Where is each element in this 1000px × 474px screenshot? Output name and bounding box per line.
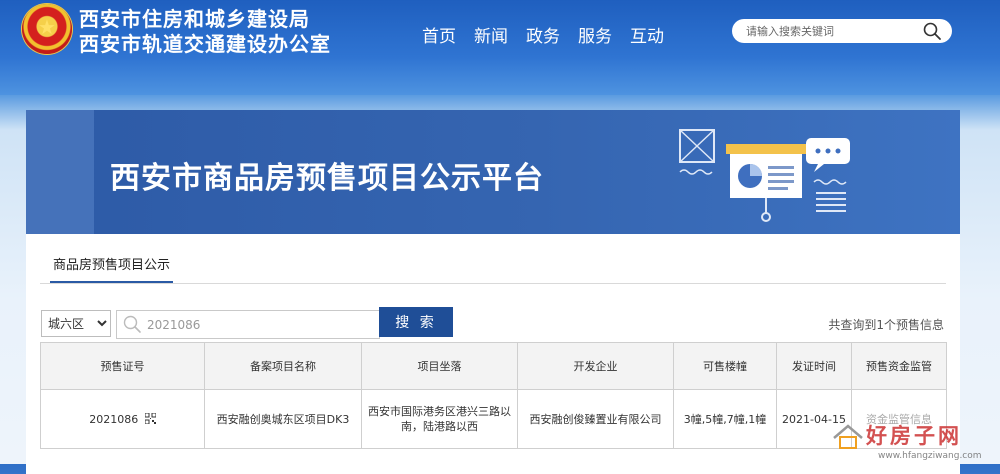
col-location: 项目坐落 bbox=[361, 342, 518, 390]
cell-location: 西安市国际港务区港兴三路以南，陆港路以西 bbox=[361, 389, 518, 449]
site-search bbox=[732, 19, 952, 43]
search-icon bbox=[123, 315, 141, 333]
cell-buildings[interactable]: 3幢,5幢,7幢,1幢 bbox=[673, 389, 777, 449]
keyword-search-box bbox=[116, 310, 380, 339]
tab-presale-projects[interactable]: 商品房预售项目公示 bbox=[50, 251, 173, 284]
district-select[interactable]: 城六区 bbox=[41, 310, 111, 337]
watermark: 好房子网 www.hfangziwang.com bbox=[832, 420, 1000, 464]
nav-interaction[interactable]: 互动 bbox=[628, 22, 666, 47]
cell-cert-no: 2021086 bbox=[40, 389, 205, 449]
search-icon[interactable] bbox=[922, 21, 942, 41]
content-panel: 商品房预售项目公示 城六区 搜 索 共查询到1个预售信息 预售证号 备案项目名称… bbox=[26, 234, 960, 474]
table-row: 2021086 西安融创奥城东区项目DK3 西安市国际港务区港兴三路以南，陆港路… bbox=[40, 389, 947, 449]
col-issue-date: 发证时间 bbox=[776, 342, 852, 390]
top-header: ★ 西安市住房和城乡建设局 西安市轨道交通建设办公室 首页 新闻 政务 服务 互… bbox=[0, 0, 1000, 95]
banner-accent bbox=[26, 110, 94, 234]
search-button[interactable]: 搜 索 bbox=[379, 307, 453, 337]
keyword-input[interactable] bbox=[147, 315, 367, 334]
nav-government[interactable]: 政务 bbox=[524, 22, 562, 47]
house-logo-icon bbox=[833, 424, 863, 449]
nav-services[interactable]: 服务 bbox=[576, 22, 614, 47]
banner-title: 西安市商品房预售项目公示平台 bbox=[110, 161, 544, 196]
banner: 西安市商品房预售项目公示平台 bbox=[26, 110, 960, 234]
result-count-text: 共查询到1个预售信息 bbox=[828, 316, 944, 333]
site-search-input[interactable] bbox=[746, 22, 916, 40]
cell-developer: 西安融创俊臻置业有限公司 bbox=[517, 389, 674, 449]
presentation-board-icon bbox=[679, 129, 850, 222]
star-icon: ★ bbox=[38, 15, 56, 39]
nav-news[interactable]: 新闻 bbox=[472, 22, 510, 47]
col-cert-no: 预售证号 bbox=[40, 342, 205, 390]
nav-home[interactable]: 首页 bbox=[420, 22, 458, 47]
table-header-row: 预售证号 备案项目名称 项目坐落 开发企业 可售楼幢 发证时间 预售资金监管 bbox=[40, 342, 947, 390]
presale-table: 预售证号 备案项目名称 项目坐落 开发企业 可售楼幢 发证时间 预售资金监管 2… bbox=[40, 342, 947, 449]
org-name-line2: 西安市轨道交通建设办公室 bbox=[79, 32, 331, 56]
cell-project-name[interactable]: 西安融创奥城东区项目DK3 bbox=[204, 389, 362, 449]
result-suffix: 个预售信息 bbox=[883, 318, 944, 332]
watermark-url: www.hfangziwang.com bbox=[878, 451, 982, 461]
col-project-name: 备案项目名称 bbox=[204, 342, 362, 390]
col-buildings: 可售楼幢 bbox=[673, 342, 777, 390]
tab-divider bbox=[40, 283, 946, 284]
result-prefix: 共查询到 bbox=[828, 318, 877, 332]
cert-no-text: 2021086 bbox=[89, 412, 139, 426]
national-emblem-icon: ★ bbox=[22, 4, 72, 54]
qr-code-icon[interactable] bbox=[144, 412, 156, 424]
watermark-text: 好房子网 bbox=[866, 423, 962, 448]
result-count: 1 bbox=[876, 318, 884, 332]
col-fund-supervision: 预售资金监管 bbox=[851, 342, 947, 390]
main-nav: 首页 新闻 政务 服务 互动 bbox=[420, 22, 666, 47]
col-developer: 开发企业 bbox=[517, 342, 674, 390]
